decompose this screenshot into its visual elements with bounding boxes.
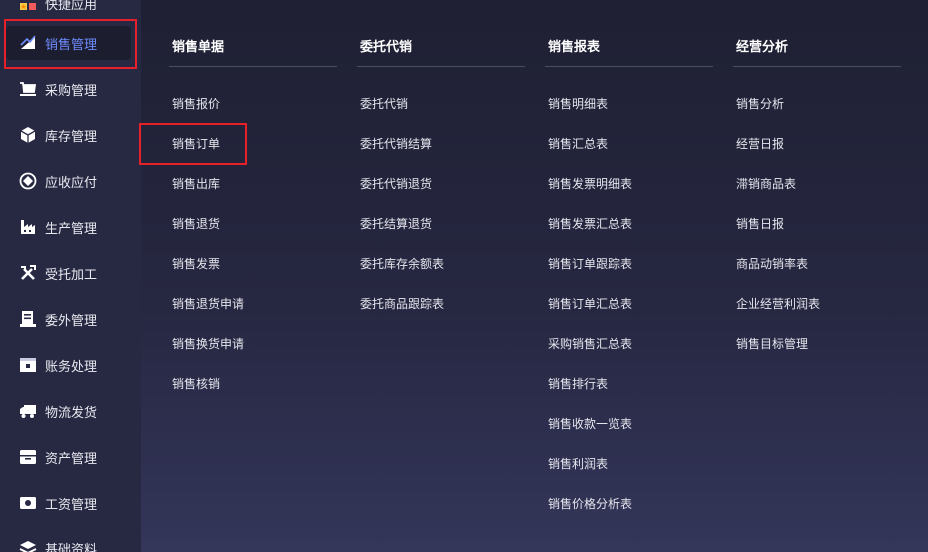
menu-item[interactable]: 销售核销 xyxy=(172,375,220,393)
column-title: 销售报表 xyxy=(548,40,601,55)
menu-item[interactable]: 委托商品跟踪表 xyxy=(360,295,444,313)
menu-item[interactable]: 销售发票明细表 xyxy=(548,175,632,193)
sidebar-item-label: 资产管理 xyxy=(45,451,98,467)
menu-item[interactable]: 销售收款一览表 xyxy=(548,415,632,433)
sidebar-item-label: 采购管理 xyxy=(45,83,98,99)
truck-icon xyxy=(19,402,37,420)
sidebar-item-sales[interactable]: 销售管理 xyxy=(6,26,131,60)
menu-item[interactable]: 销售汇总表 xyxy=(548,135,608,153)
menu-item[interactable]: 委托代销 xyxy=(360,95,408,113)
divider xyxy=(545,66,713,67)
sidebar-item-inventory[interactable]: 库存管理 xyxy=(0,118,141,152)
menu-item[interactable]: 委托结算退货 xyxy=(360,215,432,233)
sidebar-item-label: 库存管理 xyxy=(45,129,98,145)
divider xyxy=(733,66,901,67)
menu-item[interactable]: 销售订单跟踪表 xyxy=(548,255,632,273)
tools-icon xyxy=(19,264,37,282)
sidebar-item-salary[interactable]: 工资管理 xyxy=(0,486,141,520)
sidebar-item-assets[interactable]: 资产管理 xyxy=(0,440,141,474)
sidebar-item-label: 生产管理 xyxy=(45,221,98,237)
column-title: 委托代销 xyxy=(360,40,413,55)
menu-item[interactable]: 销售报价 xyxy=(172,95,220,113)
menu-item[interactable]: 销售退货 xyxy=(172,215,220,233)
sidebar-item-accounting[interactable]: 账务处理 xyxy=(0,348,141,382)
sidebar-item-production[interactable]: 生产管理 xyxy=(0,210,141,244)
star-apps-icon xyxy=(19,0,37,12)
outsource-icon xyxy=(19,310,37,328)
cart-icon xyxy=(19,80,37,98)
menu-item[interactable]: 销售退货申请 xyxy=(172,295,244,313)
receivable-icon xyxy=(19,172,37,190)
sidebar-item-label: 账务处理 xyxy=(45,359,98,375)
menu-item[interactable]: 销售出库 xyxy=(172,175,220,193)
sidebar-item-label: 应收应付 xyxy=(45,175,98,191)
box-icon xyxy=(19,126,37,144)
sidebar-item-label: 基础资料 xyxy=(45,542,98,552)
column-title: 销售单据 xyxy=(172,40,225,55)
sidebar-item-processing[interactable]: 受托加工 xyxy=(0,256,141,290)
menu-item[interactable]: 销售排行表 xyxy=(548,375,608,393)
menu-item[interactable]: 销售发票 xyxy=(172,255,220,273)
sidebar-item-label: 物流发货 xyxy=(45,405,98,421)
menu-item[interactable]: 委托库存余额表 xyxy=(360,255,444,273)
menu-item[interactable]: 销售订单汇总表 xyxy=(548,295,632,313)
menu-item[interactable]: 销售订单 xyxy=(172,135,220,153)
menu-item[interactable]: 滞销商品表 xyxy=(736,175,796,193)
menu-item[interactable]: 经营日报 xyxy=(736,135,784,153)
sidebar-item-purchase[interactable]: 采购管理 xyxy=(0,72,141,106)
sidebar-item-label: 销售管理 xyxy=(45,37,98,53)
sidebar-item-quick-apps[interactable]: 快捷应用 xyxy=(0,0,141,20)
menu-item[interactable]: 销售目标管理 xyxy=(736,335,808,353)
factory-icon xyxy=(19,218,37,236)
divider xyxy=(169,66,337,67)
asset-icon xyxy=(19,448,37,466)
menu-item[interactable]: 委托代销结算 xyxy=(360,135,432,153)
sidebar-item-receivable[interactable]: 应收应付 xyxy=(0,164,141,198)
column-title: 经营分析 xyxy=(736,40,789,55)
ledger-icon xyxy=(19,356,37,374)
menu-item[interactable]: 商品动销率表 xyxy=(736,255,808,273)
sidebar-item-label: 委外管理 xyxy=(45,313,98,329)
submenu-panel: 销售单据 销售报价 销售订单 销售出库 销售退货 销售发票 销售退货申请 销售换… xyxy=(141,0,928,552)
salary-icon xyxy=(19,494,37,512)
menu-item[interactable]: 采购销售汇总表 xyxy=(548,335,632,353)
menu-item[interactable]: 销售价格分析表 xyxy=(548,495,632,513)
divider xyxy=(357,66,525,67)
layers-icon xyxy=(19,539,37,552)
sidebar-item-basic-data[interactable]: 基础资料 xyxy=(0,531,141,552)
menu-item[interactable]: 企业经营利润表 xyxy=(736,295,820,313)
menu-item[interactable]: 销售换货申请 xyxy=(172,335,244,353)
menu-item[interactable]: 销售明细表 xyxy=(548,95,608,113)
sales-chart-icon xyxy=(19,34,37,52)
menu-item[interactable]: 销售发票汇总表 xyxy=(548,215,632,233)
sidebar-item-label: 受托加工 xyxy=(45,267,98,283)
sidebar-item-outsource[interactable]: 委外管理 xyxy=(0,302,141,336)
sidebar-item-label: 快捷应用 xyxy=(45,0,98,13)
sidebar-item-logistics[interactable]: 物流发货 xyxy=(0,394,141,428)
sidebar-item-label: 工资管理 xyxy=(45,497,98,513)
menu-item[interactable]: 销售利润表 xyxy=(548,455,608,473)
sidebar: 快捷应用 销售管理 采购管理 库存管理 应收应付 生产管理 受托加工 委外管理 … xyxy=(0,0,141,552)
menu-item[interactable]: 销售分析 xyxy=(736,95,784,113)
menu-item[interactable]: 销售日报 xyxy=(736,215,784,233)
menu-item[interactable]: 委托代销退货 xyxy=(360,175,432,193)
